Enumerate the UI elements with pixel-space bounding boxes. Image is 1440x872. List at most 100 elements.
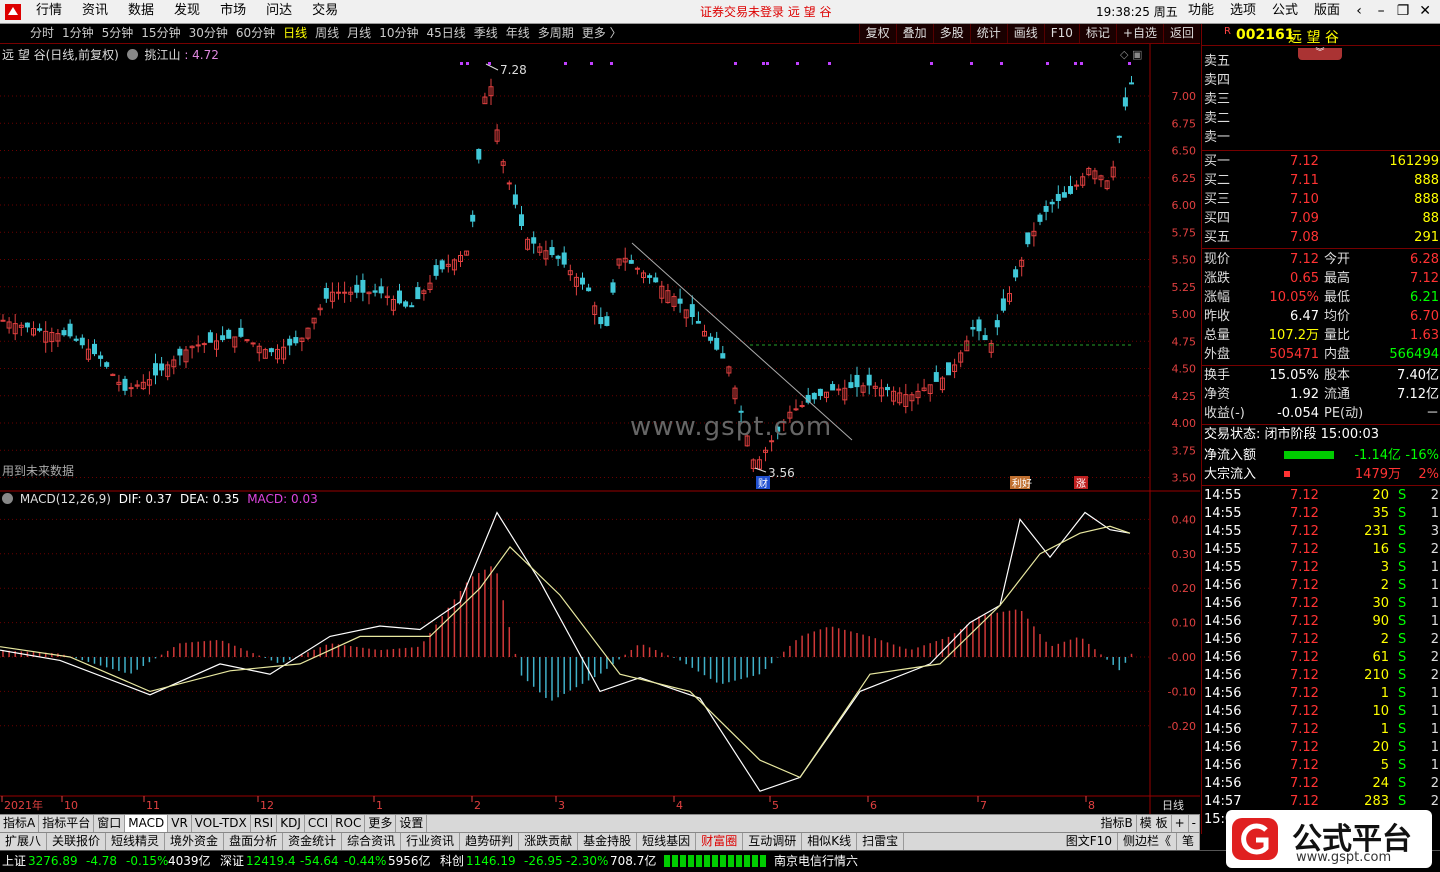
ext-tab-2[interactable]: 短线精灵 — [106, 833, 166, 850]
indicator-tab-6[interactable]: RSI — [251, 815, 278, 832]
period-1[interactable]: 1分钟 — [58, 24, 98, 43]
tool-5[interactable]: F10 — [1043, 24, 1079, 43]
tool-1[interactable]: 叠加 — [895, 24, 933, 43]
event-marker: 涨 — [1076, 478, 1086, 490]
menu-item-shuju[interactable]: 数据 — [118, 0, 164, 24]
menu-gongneng[interactable]: 功能 — [1180, 0, 1222, 24]
indicator-tab-4[interactable]: VR — [168, 815, 192, 832]
tool-4[interactable]: 画线 — [1006, 24, 1044, 43]
menu-item-faxian[interactable]: 发现 — [164, 0, 210, 24]
ext-tab-0[interactable]: 扩展八 — [0, 833, 48, 850]
ext-tab-8[interactable]: 趋势研判 — [460, 833, 520, 850]
stat-row: 收益(-) -0.054 PE(动) － — [1202, 404, 1440, 423]
chart-toggle-icon[interactable]: ◇ ▣ — [1120, 48, 1142, 61]
minimize-icon[interactable]: – — [1370, 0, 1392, 24]
tool-7[interactable]: +自选 — [1115, 24, 1163, 43]
tool-8[interactable]: 返回 — [1162, 24, 1200, 43]
server-name[interactable]: 南京电信行情六 — [774, 851, 858, 871]
tool-3[interactable]: 统计 — [969, 24, 1007, 43]
indicator-tab-1[interactable]: 指标平台 — [39, 815, 95, 832]
kline-chart[interactable]: 7.00 6.75 6.50 6.25 6.00 5.75 5.50 5.25 5.00 4.75… — [0, 44, 1200, 814]
ext-tab-9[interactable]: 涨跌贡献 — [519, 833, 579, 850]
chart-area[interactable]: 7.00 6.75 6.50 6.25 6.00 5.75 5.50 5.25 5.00 4.75… — [0, 44, 1200, 834]
x-axis-label: 3 — [558, 799, 565, 812]
indicator-tab-0[interactable]: 指标A — [0, 815, 40, 832]
menu-item-hangqing[interactable]: 行情 — [26, 0, 72, 24]
indicator-tab-2[interactable]: 窗口 — [94, 815, 126, 832]
ext-tab-7[interactable]: 行业资讯 — [401, 833, 461, 850]
menu-item-shichang[interactable]: 市场 — [210, 0, 256, 24]
period-2[interactable]: 5分钟 — [98, 24, 138, 43]
indicator-tab-right-2[interactable]: + — [1172, 815, 1189, 832]
period-5[interactable]: 60分钟 — [232, 24, 279, 43]
x-axis-label: 2 — [474, 799, 481, 812]
ext-tab-14[interactable]: 相似K线 — [802, 833, 858, 850]
bid-label: 买四 — [1204, 211, 1231, 226]
candle-body — [695, 320, 701, 324]
ext-tab-5[interactable]: 资金统计 — [283, 833, 343, 850]
kc-index: 1146.19 — [466, 854, 516, 868]
period-8[interactable]: 月线 — [343, 24, 375, 43]
ext-tab-right-0[interactable]: 图文F10 — [1061, 833, 1118, 850]
menu-item-jiaoyi[interactable]: 交易 — [302, 0, 348, 24]
period-7[interactable]: 周线 — [311, 24, 343, 43]
indicator-tab-3[interactable]: MACD — [125, 815, 169, 832]
sz-label[interactable]: 深证 — [220, 851, 244, 871]
indicator-tab-10[interactable]: 更多 — [365, 815, 397, 832]
ext-tab-right-1[interactable]: 侧边栏《 — [1118, 833, 1177, 850]
macd-y-label: -0.10 — [1168, 685, 1196, 698]
login-notice[interactable]: 证券交易未登录 远 望 谷 — [700, 0, 831, 24]
tick-row: 14:55 7.12 35 S 1 — [1202, 504, 1440, 522]
period-6[interactable]: 日线 — [279, 24, 311, 43]
ext-tab-11[interactable]: 短线基因 — [637, 833, 697, 850]
menu-item-zixun[interactable]: 资讯 — [72, 0, 118, 24]
ext-tab-12[interactable]: 财富圈 — [696, 833, 744, 850]
ext-tab-1[interactable]: 关联报价 — [47, 833, 107, 850]
back-icon[interactable]: ‹ — [1348, 0, 1370, 24]
tool-2[interactable]: 多股 — [932, 24, 970, 43]
ext-tab-10[interactable]: 基金持股 — [578, 833, 638, 850]
indicator-tab-11[interactable]: 设置 — [396, 815, 428, 832]
sh-label[interactable]: 上证 — [2, 851, 26, 871]
period-3[interactable]: 15分钟 — [137, 24, 184, 43]
indicator-tab-8[interactable]: CCI — [305, 815, 333, 832]
ext-tab-3[interactable]: 境外资金 — [165, 833, 225, 850]
menu-banmian[interactable]: 版面 — [1306, 0, 1348, 24]
tick-time: 14:55 — [1204, 560, 1242, 575]
settings-icon[interactable] — [126, 49, 138, 60]
close-icon[interactable]: ✕ — [1414, 0, 1436, 24]
tick-time: 14:56 — [1204, 650, 1242, 665]
period-0[interactable]: 分时 — [26, 24, 58, 43]
period-10[interactable]: 45日线 — [422, 24, 469, 43]
ext-tab-4[interactable]: 盘面分析 — [224, 833, 284, 850]
period-4[interactable]: 30分钟 — [185, 24, 232, 43]
period-11[interactable]: 季线 — [470, 24, 502, 43]
candle-body — [220, 335, 226, 341]
indicator-tab-9[interactable]: ROC — [332, 815, 366, 832]
restore-icon[interactable]: ❐ — [1392, 0, 1414, 24]
menu-item-wenda[interactable]: 问达 — [256, 0, 302, 24]
period-12[interactable]: 年线 — [502, 24, 534, 43]
menu-xuanxiang[interactable]: 选项 — [1222, 0, 1264, 24]
indicator-tab-right-3[interactable]: - — [1189, 815, 1200, 832]
indicator-tab-7[interactable]: KDJ — [277, 815, 305, 832]
ext-tab-13[interactable]: 互动调研 — [743, 833, 803, 850]
menu-gongshi[interactable]: 公式 — [1264, 0, 1306, 24]
tool-0[interactable]: 复权 — [858, 24, 896, 43]
indicator-tab-5[interactable]: VOL-TDX — [192, 815, 251, 832]
kc-label[interactable]: 科创 — [440, 851, 464, 871]
settings-icon[interactable] — [2, 493, 13, 504]
period-14[interactable]: 更多 〉 — [578, 24, 626, 43]
ext-tab-right-2[interactable]: 笔 — [1177, 833, 1200, 850]
indicator-tab-right-1[interactable]: 模 板 — [1137, 815, 1172, 832]
ext-tab-6[interactable]: 综合资讯 — [342, 833, 402, 850]
tool-6[interactable]: 标记 — [1078, 24, 1116, 43]
period-13[interactable]: 多周期 — [534, 24, 578, 43]
clock: 19:38:25 周五 — [1096, 5, 1178, 19]
stat-value: 566494 — [1389, 347, 1439, 362]
candle-body — [708, 336, 714, 341]
ask-row: 卖一 — [1202, 128, 1440, 147]
period-9[interactable]: 10分钟 — [375, 24, 422, 43]
ext-tab-15[interactable]: 扫雷宝 — [857, 833, 905, 850]
indicator-tab-right-0[interactable]: 指标B — [1098, 815, 1137, 832]
